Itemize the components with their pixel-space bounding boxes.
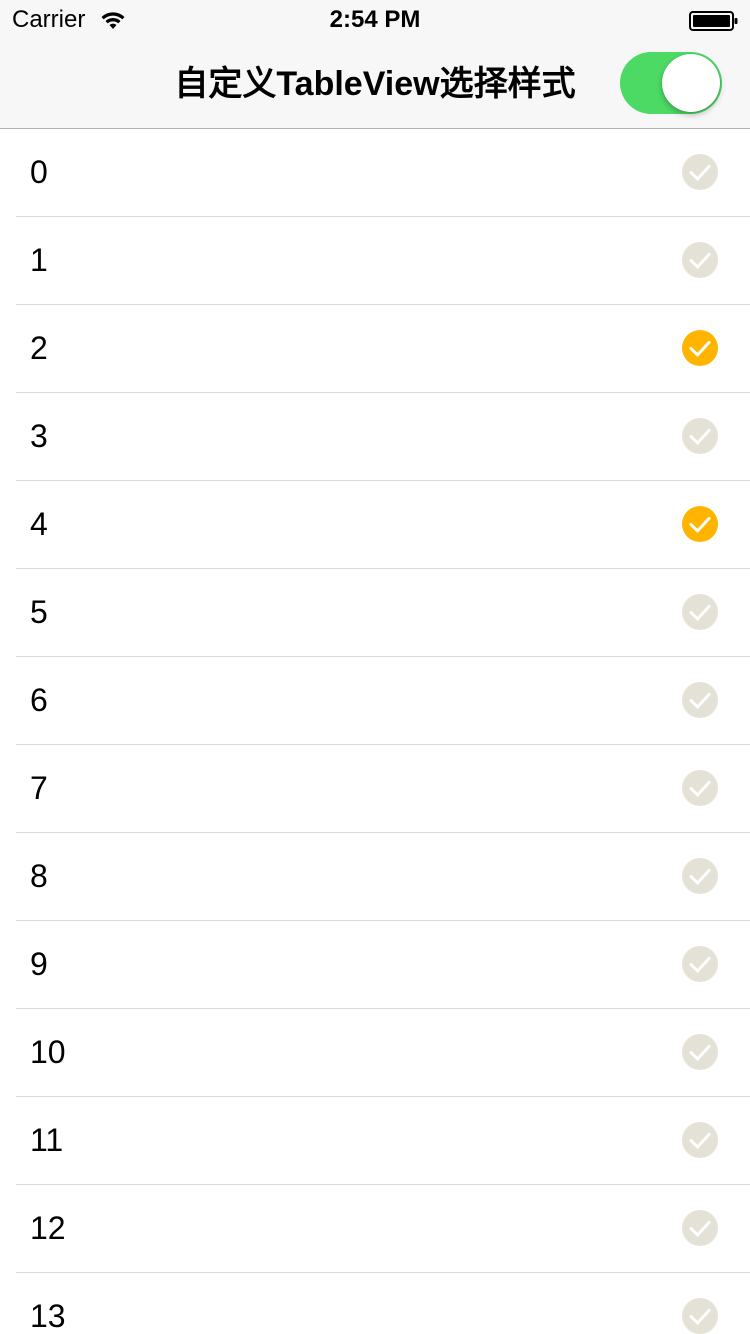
table-row[interactable]: 4 xyxy=(16,481,750,569)
status-bar: Carrier 2:54 PM xyxy=(0,0,750,40)
status-time: 2:54 PM xyxy=(329,6,421,33)
row-label: 12 xyxy=(30,1210,66,1246)
checkmark-icon[interactable] xyxy=(682,594,718,630)
row-label: 11 xyxy=(30,1122,64,1158)
row-label: 13 xyxy=(30,1298,66,1334)
row-label: 2 xyxy=(30,330,48,366)
checkmark-icon[interactable] xyxy=(682,858,718,894)
table-row[interactable]: 0 xyxy=(16,129,750,217)
table-row[interactable]: 11 xyxy=(16,1097,750,1185)
row-label: 0 xyxy=(30,154,48,190)
row-label: 7 xyxy=(30,770,48,806)
selection-style-toggle[interactable] xyxy=(620,52,722,114)
checkmark-selected-icon[interactable] xyxy=(682,506,718,542)
row-label: 5 xyxy=(30,594,48,630)
row-label: 1 xyxy=(30,242,48,278)
table-row[interactable]: 10 xyxy=(16,1009,750,1097)
table-row[interactable]: 1 xyxy=(16,217,750,305)
battery-icon xyxy=(689,11,738,31)
checkmark-icon[interactable] xyxy=(682,946,718,982)
checkmark-icon[interactable] xyxy=(682,154,718,190)
row-label: 10 xyxy=(30,1034,66,1070)
checkmark-selected-icon[interactable] xyxy=(682,330,718,366)
row-label: 9 xyxy=(30,946,48,982)
toggle-knob[interactable] xyxy=(662,54,720,112)
row-label: 3 xyxy=(30,418,48,454)
row-label: 8 xyxy=(30,858,48,894)
checkmark-icon[interactable] xyxy=(682,1122,718,1158)
row-label: 6 xyxy=(30,682,48,718)
table-view[interactable]: 0 1 2 3 4 5 6 7 8 9 10 11 12 13 xyxy=(0,129,750,1334)
checkmark-icon[interactable] xyxy=(682,1210,718,1246)
table-row[interactable]: 8 xyxy=(16,833,750,921)
checkmark-icon[interactable] xyxy=(682,1298,718,1334)
table-row[interactable]: 3 xyxy=(16,393,750,481)
table-row[interactable]: 5 xyxy=(16,569,750,657)
table-row[interactable]: 13 xyxy=(16,1273,750,1334)
checkmark-icon[interactable] xyxy=(682,770,718,806)
checkmark-icon[interactable] xyxy=(682,682,718,718)
table-row[interactable]: 6 xyxy=(16,657,750,745)
checkmark-icon[interactable] xyxy=(682,418,718,454)
table-row[interactable]: 9 xyxy=(16,921,750,1009)
checkmark-icon[interactable] xyxy=(682,1034,718,1070)
table-row[interactable]: 2 xyxy=(16,305,750,393)
checkmark-icon[interactable] xyxy=(682,242,718,278)
navigation-bar: 自定义TableView选择样式 xyxy=(0,40,750,129)
table-row[interactable]: 12 xyxy=(16,1185,750,1273)
table-row[interactable]: 7 xyxy=(16,745,750,833)
row-label: 4 xyxy=(30,506,48,542)
